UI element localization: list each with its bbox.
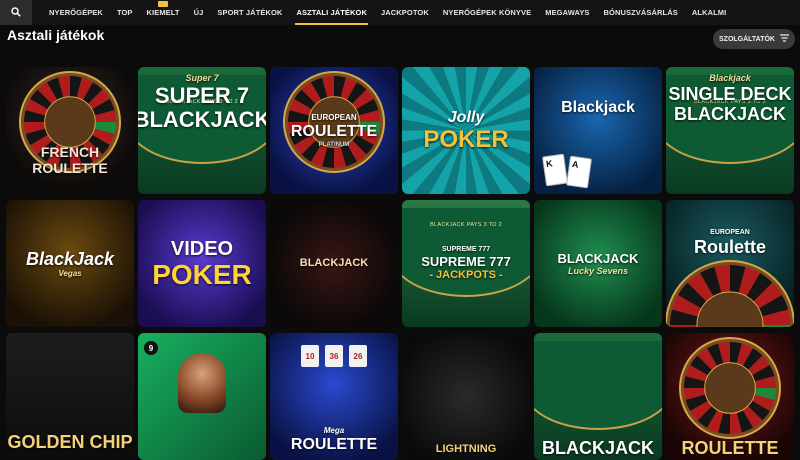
game-title-line: LIGHTNING	[435, 443, 497, 455]
providers-button[interactable]: SZOLGÁLTATÓK	[713, 29, 795, 49]
game-title-line: ROULETTE	[32, 160, 108, 176]
nav-item-label: JACKPOTOK	[380, 8, 429, 17]
nav-item-alkalmi[interactable]: ALKALMI	[685, 0, 733, 25]
nav-item-label: NYERŐGÉPEK KÖNYVE	[442, 8, 532, 17]
nav-item-top[interactable]: TOP	[110, 0, 140, 25]
game-tile-lightning[interactable]: LIGHTNING	[402, 333, 530, 460]
nav-item-kiemelt[interactable]: KIEMELT	[140, 0, 187, 25]
game-tile-single-deck-blackjack[interactable]: BLACKJACK PAYS 3 TO 2 Blackjack SINGLE DEC…	[666, 67, 794, 194]
game-title-line: BLACKJACK	[138, 107, 266, 132]
nav-item-label: ÚJ	[193, 8, 204, 17]
game-title-line: BLACKJACK	[557, 250, 639, 266]
game-tile-mega-roulette[interactable]: 10 36 26 Mega ROULETTE	[270, 333, 398, 460]
game-title-line: ROULETTE	[290, 122, 378, 140]
nav-items: NYERŐGÉPEK TOP KIEMELT ÚJ SPORT JÁTÉKOK ASZTA…	[32, 0, 733, 25]
game-title-line: - JACKPOTS -	[429, 269, 503, 281]
nav-item-label: KIEMELT	[146, 8, 180, 17]
nav-item-label: NYERŐGÉPEK	[49, 8, 103, 17]
dealer-avatar	[178, 353, 226, 413]
nav-item-sport-játékok[interactable]: SPORT JÁTÉKOK	[210, 0, 289, 25]
multiplier-number: 10	[301, 345, 319, 367]
search-button[interactable]	[0, 0, 32, 25]
game-tile-blackjack-vegas[interactable]: BlackJack Vegas	[6, 200, 134, 327]
providers-label: SZOLGÁLTATÓK	[719, 35, 775, 43]
game-title-line: Super 7	[185, 73, 219, 83]
top-nav: NYERŐGÉPEK TOP KIEMELT ÚJ SPORT JÁTÉKOK ASZTA…	[0, 0, 800, 25]
live-badge: 9	[144, 341, 158, 355]
nav-item-új[interactable]: ÚJ	[187, 0, 211, 25]
game-grid: FRENCH ROULETTE BLACKJACK PAYS 3 TO 2 Super…	[6, 67, 794, 460]
game-title-line: EUROPEAN	[311, 112, 357, 122]
playing-card: A	[566, 155, 592, 189]
roulette-wheel-icon	[666, 260, 794, 327]
game-title-line: GOLDEN CHIP	[7, 432, 133, 452]
nav-item-nyerőgépek-könyve[interactable]: NYERŐGÉPEK KÖNYVE	[436, 0, 538, 25]
game-title-line: PLATINUM	[318, 141, 350, 148]
game-title-line: BLACKJACK	[674, 104, 786, 124]
nav-item-label: BÓNUSZVÁSÁRLÁS	[603, 8, 678, 17]
game-tile-jolly-poker[interactable]: Jolly POKER	[402, 67, 530, 194]
search-icon	[11, 4, 21, 22]
playing-card: K	[542, 153, 568, 187]
multiplier-number: 36	[325, 345, 343, 367]
game-title-line: Blackjack	[561, 99, 635, 116]
multiplier-number: 26	[349, 345, 367, 367]
game-title-line: SINGLE DECK	[668, 84, 792, 104]
page-title: Asztali játékok	[7, 27, 105, 43]
game-tile-roulette-bottom[interactable]: ROULETTE	[666, 333, 794, 460]
game-title-line: Roulette	[694, 237, 766, 257]
game-title-line: ROULETTE	[290, 436, 378, 453]
game-title-line: SUPREME 777	[441, 246, 491, 253]
game-tile-blackjack-bottom[interactable]: BLACKJACK	[534, 333, 662, 460]
game-tile-super-7-blackjack[interactable]: BLACKJACK PAYS 3 TO 2 Super 7 SUPER 7 BLACK…	[138, 67, 266, 194]
table-felt-art	[534, 341, 662, 430]
game-title-line: EUROPEAN	[710, 229, 750, 236]
game-title-line: Mega	[323, 426, 345, 435]
felt-caption: BLACKJACK PAYS 3 TO 2	[430, 222, 502, 228]
game-title-line: POKER	[423, 125, 509, 153]
nav-item-label: ASZTALI JÁTÉKOK	[296, 8, 367, 17]
nav-item-label: MEGAWAYS	[545, 8, 590, 17]
game-tile-blackjack-dark[interactable]: BLACKJACK	[270, 200, 398, 327]
game-title-line: Blackjack	[709, 73, 751, 83]
game-title-line: BLACKJACK	[542, 438, 654, 458]
nav-item-bónuszvásárlás[interactable]: BÓNUSZVÁSÁRLÁS	[597, 0, 685, 25]
nav-item-asztali-játékok[interactable]: ASZTALI JÁTÉKOK	[289, 0, 374, 25]
featured-badge-icon	[158, 1, 169, 7]
nav-item-label: ALKALMI	[691, 8, 727, 17]
game-title-line: SUPREME 777	[421, 254, 511, 269]
game-tile-european-roulette[interactable]: EUROPEAN Roulette	[666, 200, 794, 327]
game-title-line: VIDEO	[170, 237, 234, 260]
game-tile-blackjack[interactable]: K A Blackjack	[534, 67, 662, 194]
game-tile-live-dealer[interactable]: 9	[138, 333, 266, 460]
game-title-line: Jolly	[447, 108, 485, 126]
game-tile-european-roulette-platinum[interactable]: EUROPEAN ROULETTE PLATINUM	[270, 67, 398, 194]
nav-item-megaways[interactable]: MEGAWAYS	[538, 0, 596, 25]
game-tile-video-poker[interactable]: VIDEO POKER	[138, 200, 266, 327]
game-title-line: FRENCH	[40, 144, 100, 160]
game-tile-french-roulette[interactable]: FRENCH ROULETTE	[6, 67, 134, 194]
game-title-line: Vegas	[58, 268, 82, 278]
game-tile-golden-chip[interactable]: GOLDEN CHIP	[6, 333, 134, 460]
game-title-line: ROULETTE	[681, 438, 779, 458]
game-title-line: BLACKJACK	[299, 257, 369, 269]
game-title-line: Lucky Sevens	[567, 265, 629, 276]
nav-item-jackpotok[interactable]: JACKPOTOK	[374, 0, 436, 25]
game-title-line: BlackJack	[25, 248, 115, 269]
game-title-line: POKER	[152, 258, 252, 290]
nav-item-nyerőgépek[interactable]: NYERŐGÉPEK	[42, 0, 110, 25]
game-tile-supreme-777-jackpots[interactable]: BLACKJACK PAYS 3 TO 2 SUPREME 777 SUPREME …	[402, 200, 530, 327]
multiplier-numbers: 10 36 26	[270, 345, 398, 367]
nav-item-label: SPORT JÁTÉKOK	[217, 8, 283, 17]
game-title-line: SUPER 7	[154, 83, 250, 108]
filter-icon	[780, 34, 789, 44]
nav-item-label: TOP	[116, 8, 133, 17]
game-tile-blackjack-lucky-sevens[interactable]: BLACKJACK Lucky Sevens	[534, 200, 662, 327]
